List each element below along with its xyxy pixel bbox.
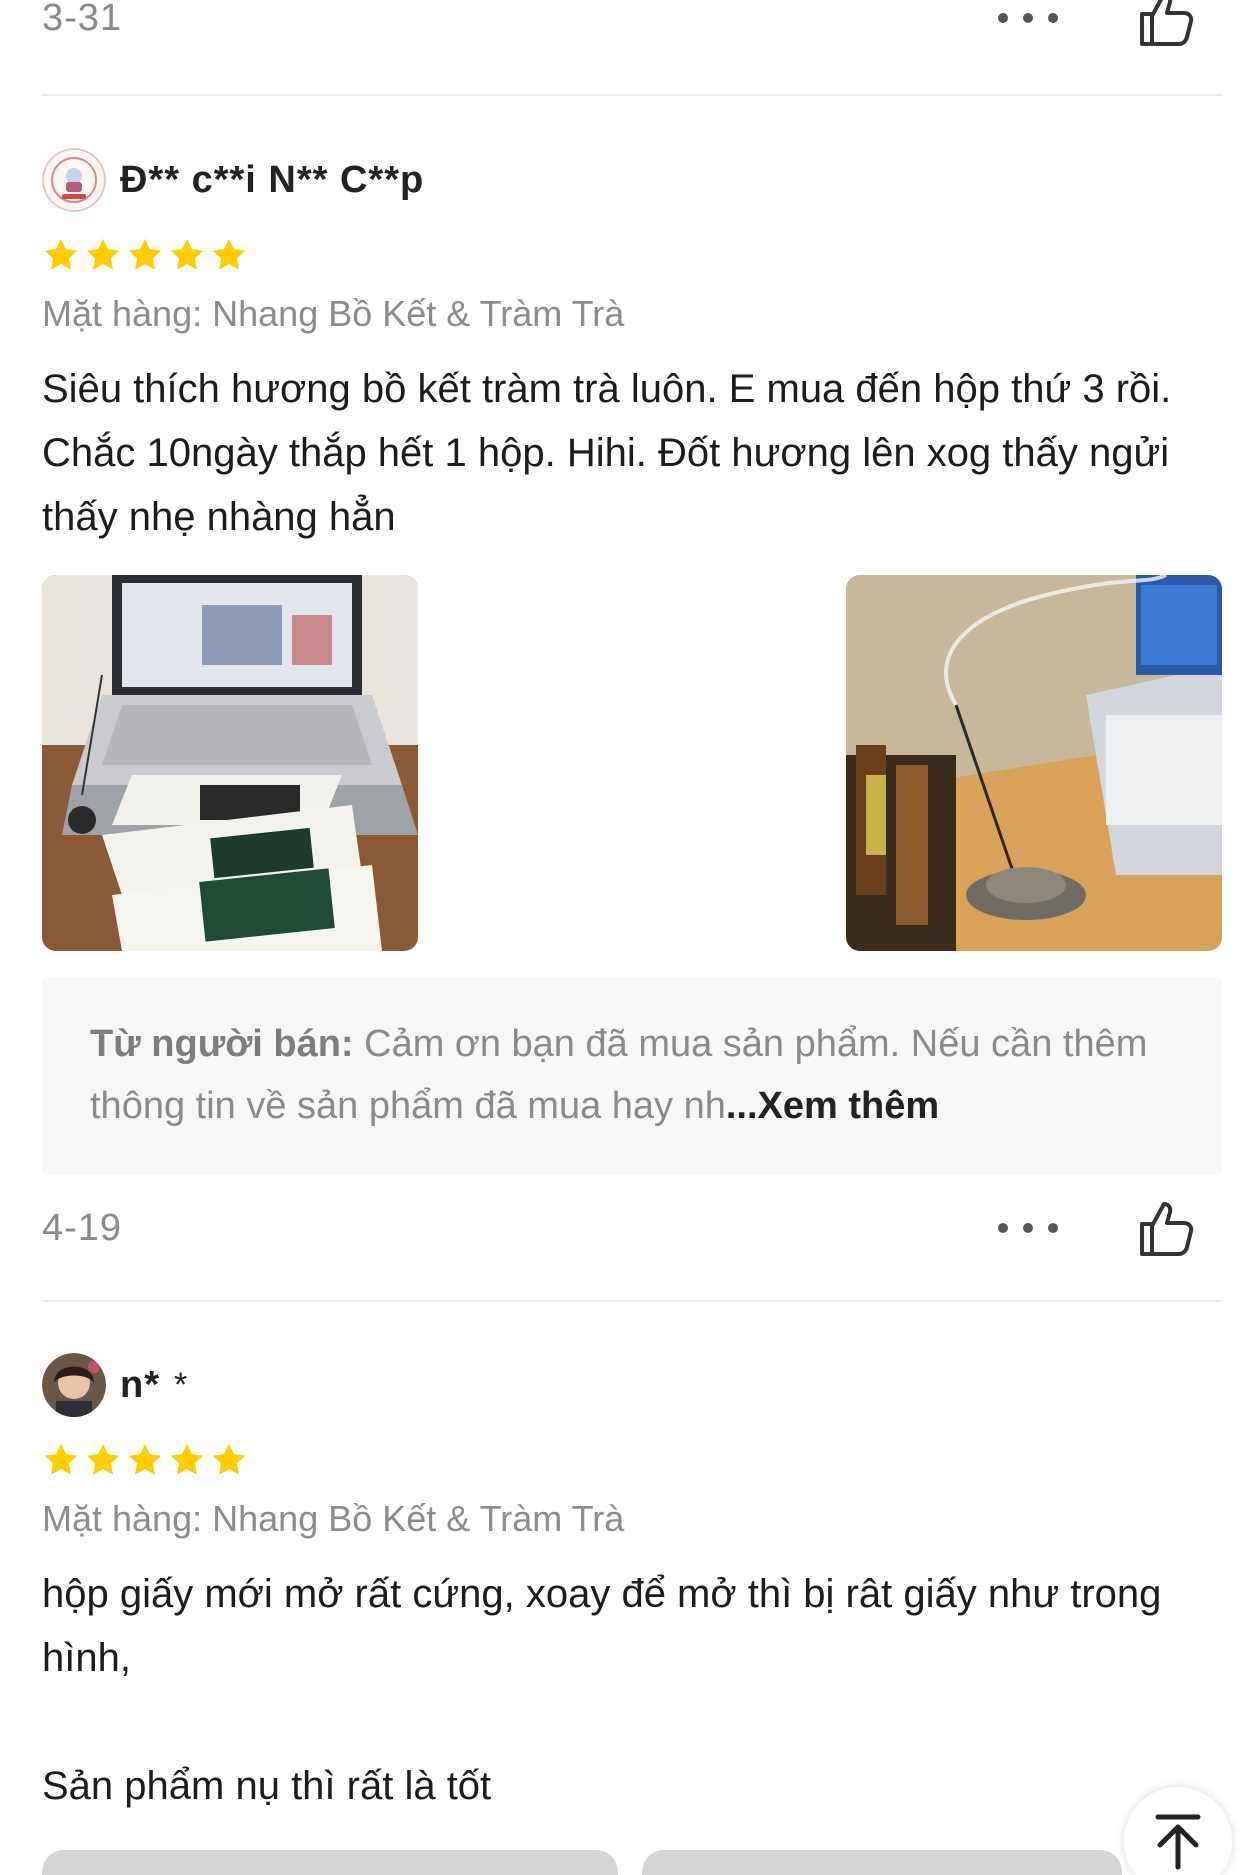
star-icon [44,238,78,270]
review-photo[interactable] [846,575,1222,951]
seller-reply: Từ người bán: Cảm ơn bạn đã mua sản phẩm… [42,977,1222,1175]
review-photo[interactable] [42,1850,618,1875]
star-icon [128,1443,162,1475]
star-icon [86,1443,120,1475]
review-item: Đ** c**i N** C**p Mặt hàng: Nhang Bồ Kết… [42,145,1222,1175]
scroll-to-top-button[interactable] [1124,1787,1232,1875]
divider [42,94,1222,96]
variant-value: Nhang Bồ Kết & Tràm Trà [212,1498,625,1539]
star-icon [128,238,162,270]
review-author-name: Đ** c**i N** C**p [120,158,425,201]
variant-value: Nhang Bồ Kết & Tràm Trà [212,293,625,334]
review-photo[interactable] [642,1850,1122,1875]
review-photo[interactable] [42,575,418,951]
review-list: 3-31 Đ** c**i N** C**p Mặt hàng: Nhang B… [0,0,1250,1875]
star-icon [170,1443,204,1475]
thumbs-up-icon[interactable] [1136,1198,1198,1258]
review-author-name: n* [120,1363,160,1406]
review-text: Siêu thích hương bồ kết tràm trà luôn. E… [42,367,1183,539]
more-dots-icon[interactable] [998,8,1058,28]
review-text: hộp giấy mới mở rất cứng, xoay để mở thì… [42,1572,1162,1808]
divider [42,1300,1222,1302]
seller-reply-label: Từ người bán: [90,1023,354,1065]
review-footer: 4-19 [42,1198,1222,1258]
avatar[interactable] [42,1353,106,1417]
scroll-to-top-icon [1155,1814,1201,1870]
star-rating [42,1440,1222,1480]
review-item: n* * Mặt hàng: Nhang Bồ Kết & Tràm Trà h… [42,1350,1222,1818]
review-date: 4-19 [42,1206,123,1249]
star-icon [212,238,246,270]
see-more-link[interactable]: ...Xem thêm [726,1085,939,1127]
avatar[interactable] [42,148,106,212]
review-variant: Mặt hàng: Nhang Bồ Kết & Tràm Trà [42,1498,1222,1540]
variant-label: Mặt hàng: [42,293,203,334]
review-author-row: n* * [42,1350,1222,1420]
star-icon [212,1443,246,1475]
star-icon [86,238,120,270]
star-icon [170,238,204,270]
prev-review-footer: 3-31 [42,0,1222,48]
thumbs-up-icon[interactable] [1136,0,1198,48]
star-icon [44,1443,78,1475]
more-dots-icon[interactable] [998,1218,1058,1238]
review-author-row: Đ** c**i N** C**p [42,145,1222,215]
review-variant: Mặt hàng: Nhang Bồ Kết & Tràm Trà [42,293,1222,335]
review-date: 3-31 [42,0,123,39]
review-author-suffix: * [174,1365,189,1404]
star-rating [42,235,1222,275]
review-photos [42,575,1222,951]
variant-label: Mặt hàng: [42,1498,203,1539]
